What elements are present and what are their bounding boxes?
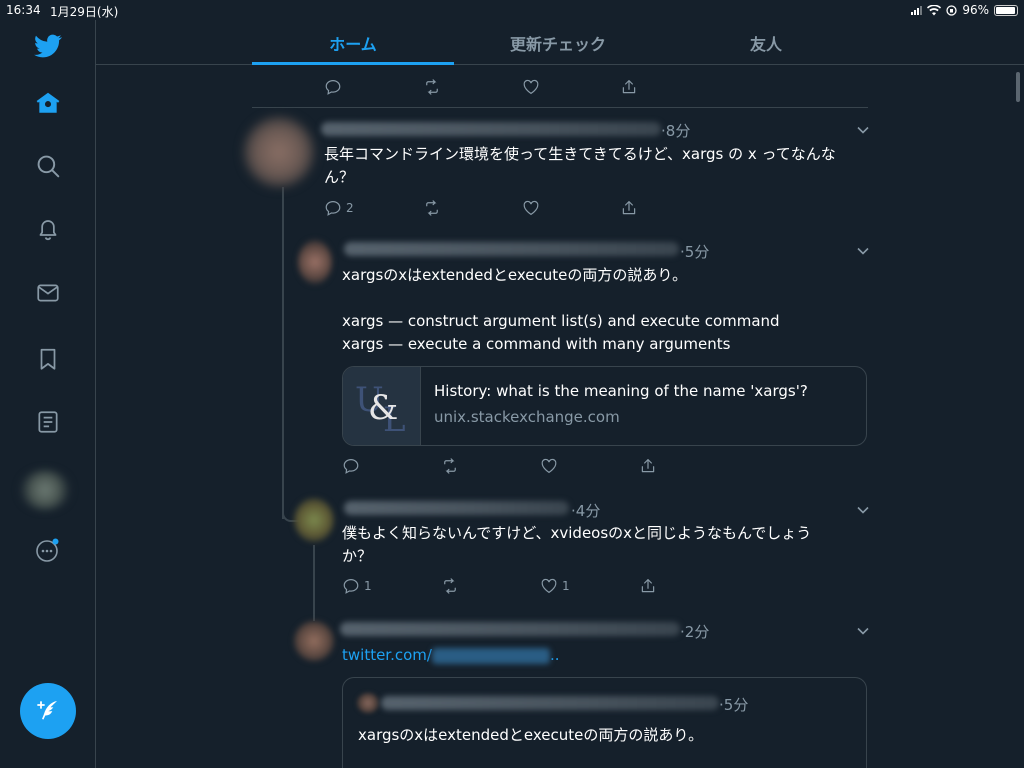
thread-line <box>313 545 315 621</box>
heart-icon <box>541 458 557 474</box>
heart-icon <box>523 200 539 216</box>
retweet-icon <box>444 578 456 594</box>
thread-line <box>282 187 284 519</box>
user-name-blurred <box>340 622 680 636</box>
timeline-feed: ·8分 長年コマンドライン環境を使って生きてきてるけど、xargs の x って… <box>96 65 1024 768</box>
heart-icon <box>523 79 539 95</box>
like-count: 1 <box>562 579 570 593</box>
lists-icon[interactable] <box>35 409 61 435</box>
avatar[interactable] <box>294 498 334 542</box>
sidebar-nav <box>0 20 96 768</box>
share-icon <box>622 80 636 94</box>
reply-button[interactable] <box>342 457 360 475</box>
retweet-icon <box>426 200 438 216</box>
user-name-blurred <box>344 242 679 256</box>
reply-icon <box>325 201 341 216</box>
retweet-button[interactable] <box>423 78 441 96</box>
share-button[interactable] <box>639 457 657 475</box>
like-button[interactable]: 1 <box>540 577 570 595</box>
chevron-down-icon[interactable] <box>856 503 870 517</box>
battery-icon <box>994 4 1018 16</box>
like-button[interactable] <box>522 78 540 96</box>
chevron-down-icon[interactable] <box>856 624 870 638</box>
reply-button[interactable] <box>324 78 342 96</box>
tweet-text: 僕もよく知らないんですけど、xvideosのxと同じようなもんでしょう か？ <box>342 524 812 565</box>
reply-icon <box>343 459 359 474</box>
reply-icon <box>343 579 359 594</box>
share-icon <box>641 459 655 473</box>
tweet-time: ·5分 <box>719 696 749 714</box>
tweet-link[interactable]: twitter.com/.. <box>342 644 560 667</box>
twitter-bird-icon[interactable] <box>34 32 62 60</box>
user-name-blurred <box>344 501 569 515</box>
wifi-icon <box>927 4 942 15</box>
status-time: 16:34 <box>6 3 41 17</box>
tweet-time: ·8分 <box>661 122 691 140</box>
link-blurred <box>431 647 550 664</box>
retweet-button[interactable] <box>441 457 459 475</box>
retweet-icon <box>444 458 456 474</box>
reply-icon <box>325 80 341 95</box>
status-bar: 16:34 1月29日(水) 96% <box>0 0 1024 20</box>
user-name-blurred <box>381 696 719 710</box>
tweet-time: ·5分 <box>680 243 710 261</box>
tab-home[interactable]: ホーム <box>252 20 454 65</box>
quoted-tweet[interactable]: ·5分 xargsのxはextendedとexecuteの両方の説あり。 <box>342 677 867 768</box>
chevron-down-icon[interactable] <box>856 244 870 258</box>
heart-icon <box>541 578 557 594</box>
share-icon <box>641 579 655 593</box>
retweet-button[interactable] <box>441 577 459 595</box>
reply-button[interactable]: 1 <box>342 577 372 595</box>
tab-updates[interactable]: 更新チェック <box>457 20 659 65</box>
battery-percent: 96% <box>962 3 989 17</box>
avatar <box>357 693 379 713</box>
orientation-lock-icon <box>946 4 957 16</box>
tweet-text: xargsのxはextendedとexecuteの両方の説あり。 xargs —… <box>342 266 780 353</box>
quoted-tweet-text: xargsのxはextendedとexecuteの両方の説あり。 <box>358 726 704 744</box>
svg-text:&: & <box>368 388 398 428</box>
tweet-time: ·2分 <box>680 623 710 641</box>
compose-tweet-button[interactable] <box>20 683 76 739</box>
chevron-down-icon[interactable] <box>856 123 870 137</box>
more-icon[interactable] <box>35 537 61 563</box>
share-button[interactable] <box>620 199 638 217</box>
card-title: History: what is the meaning of the name… <box>434 382 808 400</box>
home-icon[interactable] <box>35 90 61 116</box>
card-domain: unix.stackexchange.com <box>434 408 620 426</box>
tab-friends[interactable]: 友人 <box>665 20 867 65</box>
tweet-text: 長年コマンドライン環境を使って生きてきてるけど、xargs の x ってなんな … <box>324 145 836 186</box>
compose-tweet-icon <box>37 701 57 720</box>
reply-count: 2 <box>346 201 354 215</box>
status-indicators: 96% <box>911 3 1018 17</box>
share-button[interactable] <box>639 577 657 595</box>
share-icon <box>622 201 636 215</box>
unix-stackexchange-logo: U L & <box>355 380 406 440</box>
reply-count: 1 <box>364 579 372 593</box>
timeline-tabs: ホーム 更新チェック 友人 <box>96 20 1024 65</box>
status-date: 1月29日(水) <box>50 5 119 19</box>
avatar[interactable] <box>294 621 334 661</box>
link-card[interactable]: U L & History: what is the meaning of th… <box>342 366 867 446</box>
card-thumbnail: U L & <box>343 367 421 445</box>
retweet-icon <box>426 79 438 95</box>
avatar[interactable] <box>298 240 332 284</box>
search-icon[interactable] <box>35 153 61 179</box>
like-button[interactable] <box>522 199 540 217</box>
signal-icon <box>911 5 923 15</box>
user-name-blurred <box>321 122 661 136</box>
avatar[interactable] <box>244 117 314 187</box>
reply-button[interactable]: 2 <box>324 199 354 217</box>
profile-avatar[interactable] <box>20 470 70 510</box>
notifications-bell-icon[interactable] <box>35 216 61 242</box>
messages-envelope-icon[interactable] <box>35 280 61 306</box>
tweet-divider <box>252 107 868 108</box>
retweet-button[interactable] <box>423 199 441 217</box>
tweet-time: ·4分 <box>571 502 601 520</box>
bookmark-icon[interactable] <box>35 346 61 372</box>
share-button[interactable] <box>620 78 638 96</box>
like-button[interactable] <box>540 457 558 475</box>
